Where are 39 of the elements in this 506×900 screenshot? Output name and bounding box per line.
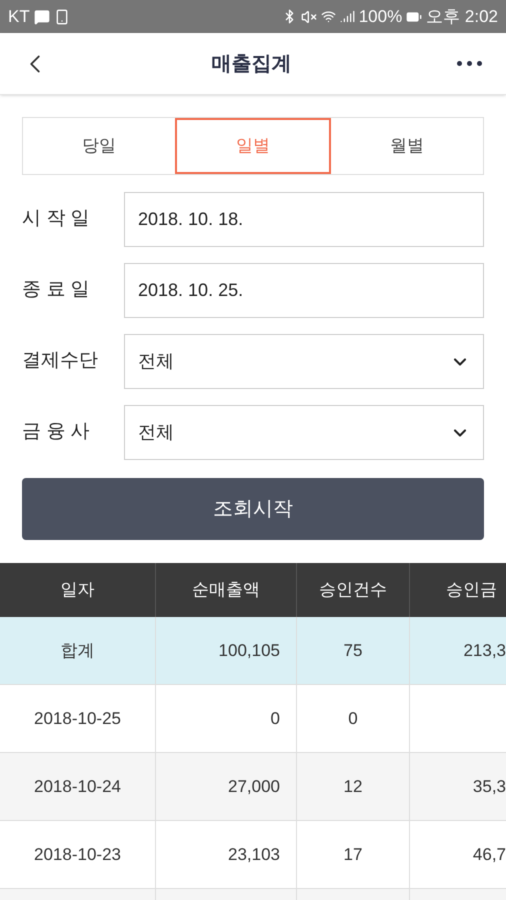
column-header: 승인금	[445, 579, 498, 602]
field-label: 결제수단	[22, 349, 99, 374]
field-label: 금 융 사	[22, 420, 91, 444]
table-cell-text: 75	[342, 640, 364, 662]
table-cell-text: 합계	[60, 640, 96, 662]
table-cell-text: 27,000	[227, 776, 281, 798]
date-field[interactable]: 2018. 10. 25.	[124, 263, 484, 318]
table-cell-text: 0	[270, 708, 281, 730]
screen-title: 매출집계	[212, 52, 292, 76]
field-label: 시 작 일	[22, 207, 91, 232]
table-cell-text: 46,7	[472, 844, 506, 866]
date-field[interactable]: 2018. 10. 18.	[124, 192, 484, 247]
field-label: 종 료 일	[22, 278, 91, 302]
column-header: 승인건수	[318, 579, 388, 602]
table-cell-text: 35,3	[472, 776, 506, 798]
carrier-label: KT	[8, 6, 30, 28]
battery-percent: 100%	[358, 6, 402, 28]
table-cell-text: 213,3	[462, 640, 506, 662]
mute-icon	[300, 8, 317, 24]
table-cell-text: 23,103	[227, 844, 281, 866]
table-cell-text: 17	[342, 844, 364, 866]
period-tab[interactable]: 당일	[23, 118, 175, 174]
phone-icon	[54, 8, 70, 24]
table-cell-text: 2018-10-25	[33, 708, 122, 730]
wifi-icon	[320, 9, 336, 24]
table-cell-text: 12	[342, 776, 364, 798]
search-button[interactable]: 조회시작	[22, 478, 484, 540]
table-cell-text: 2018-10-24	[33, 776, 122, 798]
chat-icon	[34, 8, 50, 24]
clock: 오후 2:02	[426, 6, 498, 28]
table-cell-text: 0	[347, 708, 359, 730]
column-header: 순매출액	[191, 579, 261, 602]
signal-icon	[340, 9, 355, 24]
column-header: 일자	[60, 579, 96, 602]
table-cell-text: 100,105	[218, 640, 281, 662]
dropdown-field[interactable]: 전체	[124, 405, 484, 460]
dropdown-field[interactable]: 전체	[124, 334, 484, 389]
table-cell-text: 2018-10-23	[33, 844, 122, 866]
period-tab[interactable]: 월별	[331, 118, 483, 174]
